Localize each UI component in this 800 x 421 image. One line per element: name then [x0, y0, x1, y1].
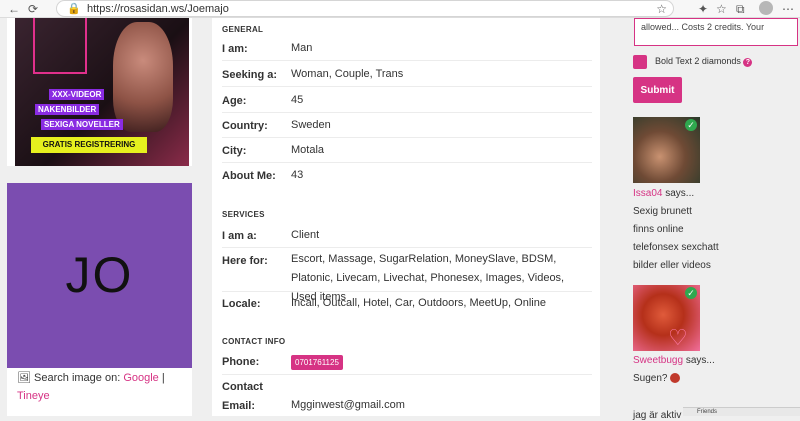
post-line: Sexig brunett: [633, 206, 692, 217]
divider: [222, 247, 592, 248]
profile-photo-card: JO 🖼 Search image on: Google | Tineye: [7, 183, 192, 416]
ad-image[interactable]: XXX-VIDEOR NAKENBILDER SEXIGA NOVELLER G…: [15, 18, 189, 166]
post-says: says...: [685, 355, 715, 366]
favorites-icon[interactable]: ☆: [716, 1, 727, 17]
value-age: 45: [291, 94, 304, 106]
label-locale: Locale:: [222, 298, 261, 310]
browser-toolbar: ← ⟳ 🔒 https://rosasidan.ws/Joemajo ☆ ✦ ☆…: [0, 0, 800, 18]
friends-bar[interactable]: Friends: [683, 407, 800, 416]
post-username[interactable]: Sweetbugg: [633, 355, 683, 366]
label-contact: Contact: [222, 381, 263, 393]
post-author-sweetbugg: Sweetbugg says...: [633, 355, 715, 366]
reload-icon[interactable]: ⟳: [28, 1, 38, 17]
profile-initials: JO: [65, 247, 134, 303]
divider: [222, 291, 592, 292]
divider: [222, 60, 592, 61]
emoji-icon: [670, 373, 681, 384]
tineye-search-link[interactable]: Tineye: [17, 390, 50, 402]
label-country: Country:: [222, 120, 268, 132]
profile-photo[interactable]: JO: [7, 183, 192, 368]
submit-button[interactable]: Submit: [633, 77, 682, 103]
profile-details: GENERAL I am: Man Seeking a: Woman, Coup…: [212, 18, 600, 416]
divider: [222, 374, 592, 375]
value-city: Motala: [291, 144, 325, 156]
help-icon[interactable]: ?: [743, 58, 753, 67]
label-i-am-a: I am a:: [222, 230, 257, 242]
google-search-link[interactable]: Google: [123, 372, 158, 384]
label-about-me: About Me:: [222, 170, 276, 182]
tineye-line: Tineye: [17, 389, 50, 403]
label-here-for: Here for:: [222, 255, 268, 267]
ad-tag-video: XXX-VIDEOR: [49, 89, 105, 100]
divider: [222, 112, 592, 113]
phone-badge[interactable]: 0701761125: [291, 355, 343, 370]
verified-check-icon: ✓: [685, 119, 697, 131]
divider: [222, 86, 592, 87]
section-contact-heading: CONTACT INFO: [222, 337, 286, 346]
collections-icon[interactable]: ⧉: [736, 1, 745, 17]
right-column: allowed... Costs 2 credits. Your Bold Te…: [620, 18, 800, 421]
ad-frame: [33, 18, 87, 74]
ad-register-button[interactable]: GRATIS REGISTRERING: [31, 137, 147, 153]
back-icon[interactable]: ←: [8, 1, 20, 17]
label-email: Email:: [222, 400, 256, 412]
post-line: finns online: [633, 224, 684, 235]
section-general-heading: GENERAL: [222, 25, 264, 34]
address-bar[interactable]: 🔒 https://rosasidan.ws/Joemajo ☆: [56, 0, 674, 17]
value-i-am: Man: [291, 42, 313, 54]
image-search-line: 🖼 Search image on: Google |: [17, 371, 165, 385]
post-username[interactable]: Issa04: [633, 188, 662, 199]
post-avatar-sweetbugg[interactable]: ✓ ♡: [633, 285, 700, 351]
label-seeking: Seeking a:: [222, 69, 278, 81]
bold-text-label: Bold Text 2 diamonds ?: [655, 56, 753, 67]
heart-icon: ♡: [668, 325, 688, 350]
bold-text-label-text: Bold Text 2 diamonds: [655, 56, 741, 66]
profile-avatar[interactable]: [759, 1, 773, 15]
value-about-me: 43: [291, 169, 304, 181]
message-textarea-text: allowed... Costs 2 credits. Your: [641, 22, 765, 32]
favorite-star-icon[interactable]: ☆: [656, 1, 667, 17]
ad-figure: [113, 22, 173, 132]
verified-check-icon: ✓: [685, 287, 697, 299]
value-seeking: Woman, Couple, Trans: [291, 68, 404, 80]
bold-text-checkbox[interactable]: [633, 55, 647, 69]
post-author-issa04: Issa04 says...: [633, 188, 694, 199]
search-separator: |: [161, 372, 165, 384]
ad-banner[interactable]: XXX-VIDEOR NAKENBILDER SEXIGA NOVELLER G…: [7, 18, 192, 166]
left-column: XXX-VIDEOR NAKENBILDER SEXIGA NOVELLER G…: [7, 18, 192, 416]
divider: [222, 137, 592, 138]
value-locale: Incall, Outcall, Hotel, Car, Outdoors, M…: [291, 297, 546, 309]
post-line: bilder eller videos: [633, 260, 711, 271]
section-services-heading: SERVICES: [222, 210, 265, 219]
label-city: City:: [222, 145, 247, 157]
label-phone: Phone:: [222, 356, 260, 368]
value-country: Sweden: [291, 119, 331, 131]
message-textarea[interactable]: allowed... Costs 2 credits. Your: [634, 18, 798, 46]
post-line: Sugen?: [633, 373, 681, 384]
label-age: Age:: [222, 95, 247, 107]
ad-tag-images: NAKENBILDER: [35, 104, 100, 115]
label-i-am: I am:: [222, 43, 248, 55]
post-line-text: Sugen?: [633, 373, 668, 384]
divider: [222, 162, 592, 163]
lock-icon: 🔒: [67, 3, 81, 15]
image-icon: 🖼: [17, 372, 31, 384]
post-avatar-issa04[interactable]: ✓: [633, 117, 700, 183]
post-line: telefonsex sexchatt: [633, 242, 719, 253]
post-says: says...: [665, 188, 695, 199]
more-menu-icon[interactable]: ⋯: [782, 1, 794, 17]
search-image-label: Search image on:: [34, 372, 121, 384]
address-bar-url: https://rosasidan.ws/Joemajo: [87, 3, 229, 15]
ad-tag-stories: SEXIGA NOVELLER: [41, 119, 123, 130]
extensions-icon[interactable]: ✦: [698, 1, 708, 17]
value-email[interactable]: Mgginwest@gmail.com: [291, 396, 591, 415]
value-i-am-a: Client: [291, 229, 320, 241]
